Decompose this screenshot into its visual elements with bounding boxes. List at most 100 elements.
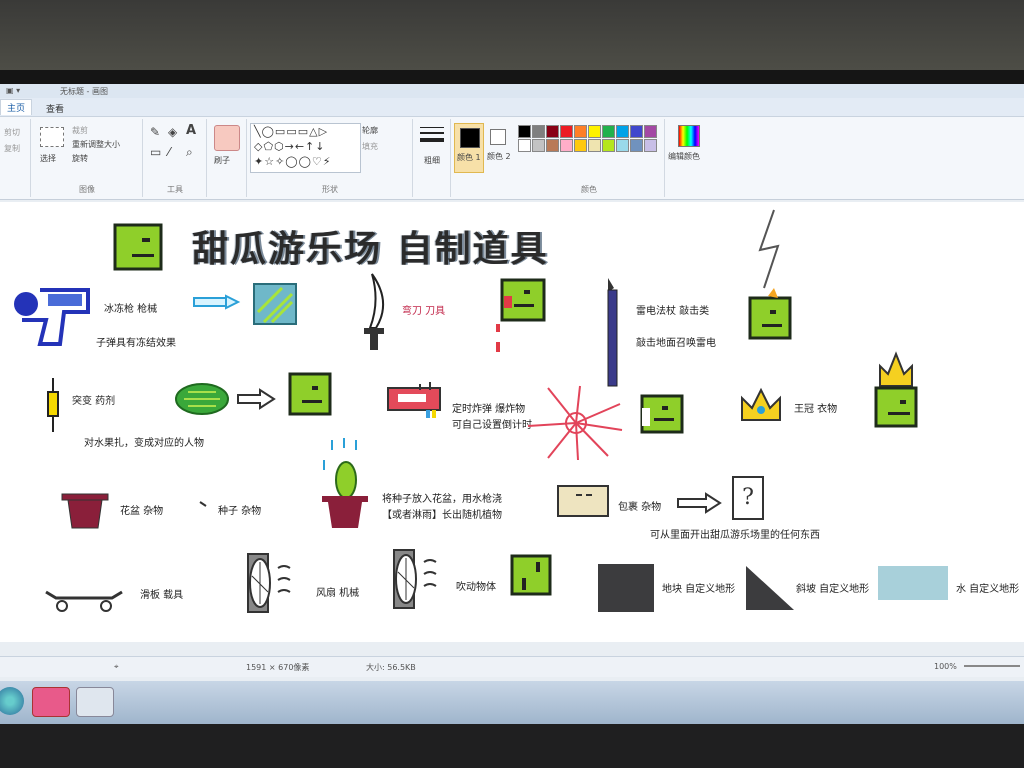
clipboard-group: 剪切 复制	[0, 119, 31, 197]
package-label: 包裹 杂物	[618, 502, 662, 513]
image-group: 选择 裁剪 重新调整大小 旋转 图像	[32, 119, 143, 197]
tab-view[interactable]: 查看	[40, 101, 70, 116]
slope-label: 斜坡 自定义地形	[796, 584, 870, 595]
cursor-position-icon: ⌖	[114, 662, 119, 671]
tools-group: ✎ ◈ A ▭ ⁄ ⌕ 工具	[144, 119, 207, 197]
palette-swatch[interactable]	[602, 139, 615, 152]
melon-head-icon	[113, 223, 163, 271]
melon-result-icon	[288, 372, 332, 416]
package-icon	[557, 485, 609, 517]
taskbar-app-paint[interactable]	[32, 687, 70, 717]
brushes-button[interactable]: 刷子	[214, 155, 230, 166]
background-wall	[0, 0, 1024, 80]
palette-swatch[interactable]	[532, 125, 545, 138]
image-group-label: 图像	[79, 185, 95, 194]
shapes-group: ╲◯▭▭▭△▷ ◇⬠⬡→←↑↓ ✦☆✧◯◯♡⚡ 轮廓 填充 形状	[248, 119, 413, 197]
palette-swatch[interactable]	[644, 125, 657, 138]
copy-button[interactable]: 复制	[4, 143, 20, 154]
color1-button[interactable]: 颜色 1	[454, 123, 484, 173]
brushes-group: 刷子	[208, 119, 247, 197]
text-icon[interactable]: A	[186, 123, 196, 138]
color-picker-icon[interactable]: ⁄	[168, 145, 170, 159]
palette-swatch[interactable]	[574, 139, 587, 152]
taskbar	[0, 681, 1024, 724]
palette-swatch[interactable]	[518, 139, 531, 152]
seed-icon	[199, 501, 207, 507]
tab-home[interactable]: 主页	[0, 99, 33, 115]
palette-swatch[interactable]	[560, 125, 573, 138]
cut-button[interactable]: 剪切	[4, 127, 20, 138]
palette-swatch[interactable]	[616, 139, 629, 152]
dimensions-text: 1591 × 670像素	[246, 663, 310, 672]
quick-access-icon[interactable]: ▣ ▾	[6, 86, 20, 95]
color2-button[interactable]: 颜色 2	[485, 123, 511, 171]
seed-desc-1: 将种子放入花盆，用水枪浇	[382, 494, 502, 505]
brush-icon[interactable]	[214, 125, 240, 151]
edit-colors-icon[interactable]	[678, 125, 700, 147]
wounded-melon-icon	[496, 278, 546, 352]
palette-swatch[interactable]	[588, 125, 601, 138]
eraser-icon[interactable]: ▭	[150, 145, 161, 159]
pencil-icon[interactable]: ✎	[150, 125, 160, 139]
title-bar: ▣ ▾ 无标题 - 画图	[0, 84, 1024, 98]
thunder-staff-desc: 敲击地面召唤雷电	[636, 338, 716, 349]
color1-label: 颜色 1	[457, 153, 481, 162]
magnifier-icon[interactable]: ⌕	[186, 145, 193, 160]
size-line-2	[420, 132, 444, 134]
damaged-melon-icon	[640, 394, 684, 434]
palette-swatch[interactable]	[630, 125, 643, 138]
select-button[interactable]: 选择	[40, 153, 56, 164]
mutation-desc: 对水果扎，变成对应的人物	[84, 438, 204, 449]
palette-swatch[interactable]	[546, 139, 559, 152]
drawing-canvas[interactable]: 甜瓜游乐场 自制道具 冰冻枪 枪械 子弹具有冻结效果 弯刀 刀具 雷电法杖 敲击…	[0, 202, 1024, 642]
mystery-box: ?	[732, 476, 764, 520]
palette-swatch[interactable]	[532, 139, 545, 152]
rotate-button[interactable]: 旋转	[72, 153, 88, 164]
cactus-pot-icon	[322, 438, 368, 528]
palette-swatch[interactable]	[602, 125, 615, 138]
shapes-gallery[interactable]: ╲◯▭▭▭△▷ ◇⬠⬡→←↑↓ ✦☆✧◯◯♡⚡	[250, 123, 361, 173]
outline-button[interactable]: 轮廓	[362, 125, 378, 136]
edit-colors-button[interactable]: 编辑颜色	[668, 151, 700, 162]
tools-group-label: 工具	[167, 185, 183, 194]
timed-bomb-label: 定时炸弹 爆炸物	[452, 404, 526, 415]
seed-label: 种子 杂物	[218, 506, 262, 517]
fill-icon[interactable]: ◈	[168, 125, 177, 139]
fill-button[interactable]: 填充	[362, 141, 378, 152]
scimitar-icon	[364, 273, 384, 350]
skateboard-icon	[45, 590, 123, 612]
zoom-level[interactable]: 100%	[934, 662, 957, 671]
scimitar-label: 弯刀 刀具	[402, 306, 446, 317]
palette-swatch[interactable]	[560, 139, 573, 152]
flowerpot-icon	[61, 493, 109, 529]
start-button[interactable]	[0, 687, 24, 715]
palette-swatch[interactable]	[630, 139, 643, 152]
syringe-icon	[47, 378, 59, 432]
palette-swatch[interactable]	[574, 125, 587, 138]
timed-bomb-icon	[387, 382, 441, 418]
freeze-gun-icon	[14, 288, 90, 346]
package-desc: 可从里面开出甜瓜游乐场里的任何东西	[650, 530, 820, 541]
colors-group-label: 颜色	[581, 185, 597, 194]
crop-button[interactable]: 裁剪	[72, 125, 88, 136]
select-icon[interactable]	[40, 127, 64, 147]
crown-label: 王冠 衣物	[794, 404, 838, 415]
seed-desc-2: 【或者淋雨】长出随机植物	[382, 510, 502, 521]
explosion-icon	[527, 385, 623, 461]
skateboard-label: 滑板 载具	[140, 590, 184, 601]
water-label: 水 自定义地形	[956, 584, 1020, 595]
resize-button[interactable]: 重新调整大小	[72, 139, 120, 150]
palette-swatch[interactable]	[588, 139, 601, 152]
palette-swatch[interactable]	[644, 139, 657, 152]
size-line-1	[420, 127, 444, 128]
palette-swatch[interactable]	[546, 125, 559, 138]
block-label: 地块 自定义地形	[662, 584, 736, 595]
fan-icon-2	[393, 549, 437, 609]
zoom-slider[interactable]	[964, 665, 1020, 667]
taskbar-app-explorer[interactable]	[76, 687, 114, 717]
size-button[interactable]: 粗细	[424, 155, 440, 166]
arrow-right-icon	[237, 388, 276, 410]
palette-swatch[interactable]	[616, 125, 629, 138]
ribbon: 剪切 复制 选择 裁剪 重新调整大小 旋转 图像 ✎ ◈ A ▭ ⁄ ⌕ 工具 …	[0, 117, 1024, 200]
palette-swatch[interactable]	[518, 125, 531, 138]
